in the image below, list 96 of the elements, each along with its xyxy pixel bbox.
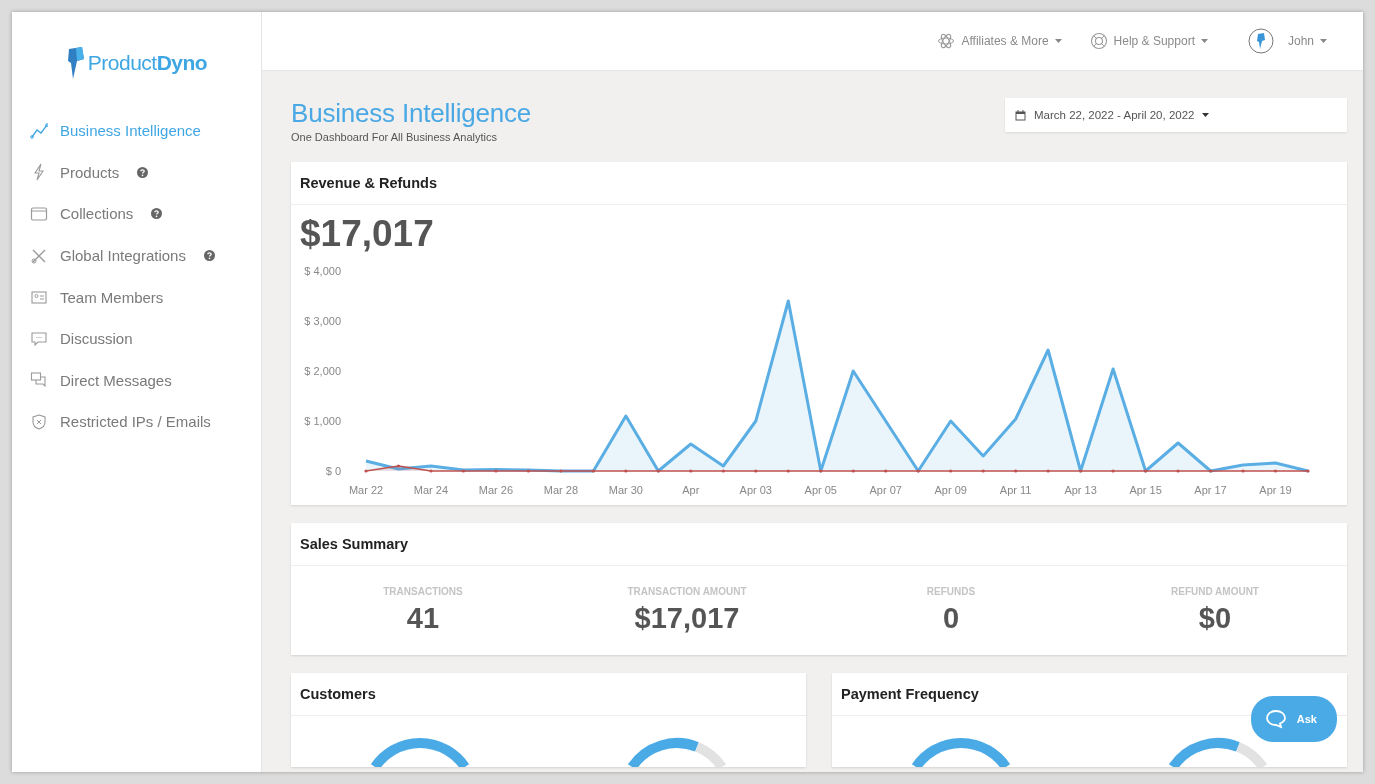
axis-label: $ 1,000 [304, 415, 341, 427]
axis-label: Mar 22 [348, 484, 384, 496]
caret-icon [1054, 39, 1062, 43]
stat-label: REFUND AMOUNT [1171, 586, 1259, 597]
sidebar-item[interactable]: Team Members [60, 288, 164, 306]
avatar-icon [1247, 28, 1274, 54]
stat-label: TRANSACTIONS [383, 586, 463, 597]
data-point [559, 469, 563, 473]
stat-value: 0 [942, 602, 960, 635]
data-point [1273, 469, 1278, 473]
axis-label: Mar 28 [543, 484, 578, 496]
axis-label: Apr 19 [1259, 484, 1292, 496]
data-point [656, 469, 660, 473]
revenue-total: $17,017 [299, 212, 435, 256]
axis-label: Apr 07 [869, 484, 902, 496]
data-point [1241, 469, 1245, 473]
data-point [851, 469, 855, 473]
data-point [461, 469, 466, 473]
chat-icon [30, 329, 48, 348]
data-point [396, 464, 401, 468]
axis-label: Apr 13 [1064, 484, 1097, 496]
axis-label: Mar 24 [413, 484, 449, 496]
axis-label: Apr 15 [1129, 484, 1162, 496]
data-point [1111, 469, 1115, 473]
axis-label: Apr [682, 484, 700, 496]
data-point [624, 469, 628, 473]
calendar-icon [1015, 109, 1026, 121]
data-point [721, 469, 725, 473]
lifebuoy-icon [1089, 32, 1108, 50]
data-point [526, 469, 530, 473]
axis-label: Mar 26 [478, 484, 514, 496]
menu-button[interactable]: John [1247, 28, 1327, 54]
help-icon[interactable] [137, 166, 149, 178]
axis-label: $ 2,000 [304, 365, 341, 377]
data-point [429, 469, 433, 473]
data-point [981, 469, 985, 473]
sidebar-item[interactable]: Products [60, 163, 120, 181]
stat-label: TRANSACTION AMOUNT [627, 586, 747, 597]
data-point [786, 469, 790, 473]
chat-icon [1264, 709, 1287, 729]
data-point [1176, 469, 1180, 473]
axis-label: Mar 30 [608, 484, 643, 496]
data-point [494, 469, 498, 473]
sidebar-item[interactable]: Direct Messages [60, 371, 172, 389]
axis-label: Apr 03 [739, 484, 772, 496]
data-point [364, 469, 368, 473]
axis-label: Apr 09 [934, 484, 967, 496]
axis-label: Apr 05 [804, 484, 837, 496]
caret-icon [1202, 113, 1210, 117]
sidebar-item[interactable]: Discussion [60, 330, 133, 348]
sidebar-item[interactable]: Business Intelligence [60, 122, 201, 140]
data-point [754, 469, 758, 473]
stat-label: REFUNDS [926, 586, 976, 597]
data-point [819, 469, 823, 473]
data-point [1079, 469, 1083, 473]
atom-icon [937, 32, 956, 50]
shield-icon [30, 412, 48, 431]
data-point [591, 469, 595, 473]
data-point [949, 469, 953, 473]
sidebar-item[interactable]: Restricted IPs / Emails [60, 413, 211, 431]
lightning-logo-icon [65, 47, 86, 79]
stat-value: $17,017 [634, 602, 740, 635]
data-point [916, 469, 920, 473]
page-subtitle: One Dashboard For All Business Analytics [291, 131, 499, 143]
data-point [1306, 469, 1310, 473]
stat-value: $0 [1198, 602, 1232, 635]
menu-button[interactable]: Help & Support [1089, 32, 1208, 50]
stat-value: 41 [406, 602, 440, 635]
data-point [884, 469, 888, 473]
folder-icon [30, 205, 48, 223]
line-chart-icon [30, 121, 48, 140]
sidebar-item[interactable]: Global Integrations [60, 247, 186, 265]
help-icon[interactable] [203, 250, 215, 262]
messages-icon [30, 371, 48, 390]
axis-label: $ 0 [325, 465, 341, 477]
page-title: Business Intelligence [291, 98, 532, 129]
card-title: Sales Summary [291, 523, 1347, 566]
sidebar-item[interactable]: Collections [60, 205, 134, 223]
data-point [1046, 469, 1050, 473]
caret-icon [1200, 39, 1208, 43]
axis-label: $ 4,000 [304, 265, 341, 277]
brand-name: ProductDyno [87, 51, 208, 75]
caret-icon [1320, 39, 1327, 43]
data-point [1014, 469, 1018, 473]
id-card-icon [30, 288, 48, 307]
menu-button[interactable]: Affiliates & More [937, 32, 1062, 50]
axis-label: Apr 11 [999, 484, 1032, 496]
date-range-picker[interactable]: March 22, 2022 - April 20, 2022 [1005, 98, 1347, 132]
help-icon[interactable] [151, 208, 163, 220]
axis-label: $ 3,000 [304, 315, 341, 327]
data-point [1208, 469, 1213, 473]
axis-label: Apr 17 [1194, 484, 1227, 496]
card-title: Revenue & Refunds [291, 162, 1347, 205]
data-point [1144, 469, 1148, 473]
data-point [689, 469, 693, 473]
card-title: Customers [291, 673, 806, 716]
